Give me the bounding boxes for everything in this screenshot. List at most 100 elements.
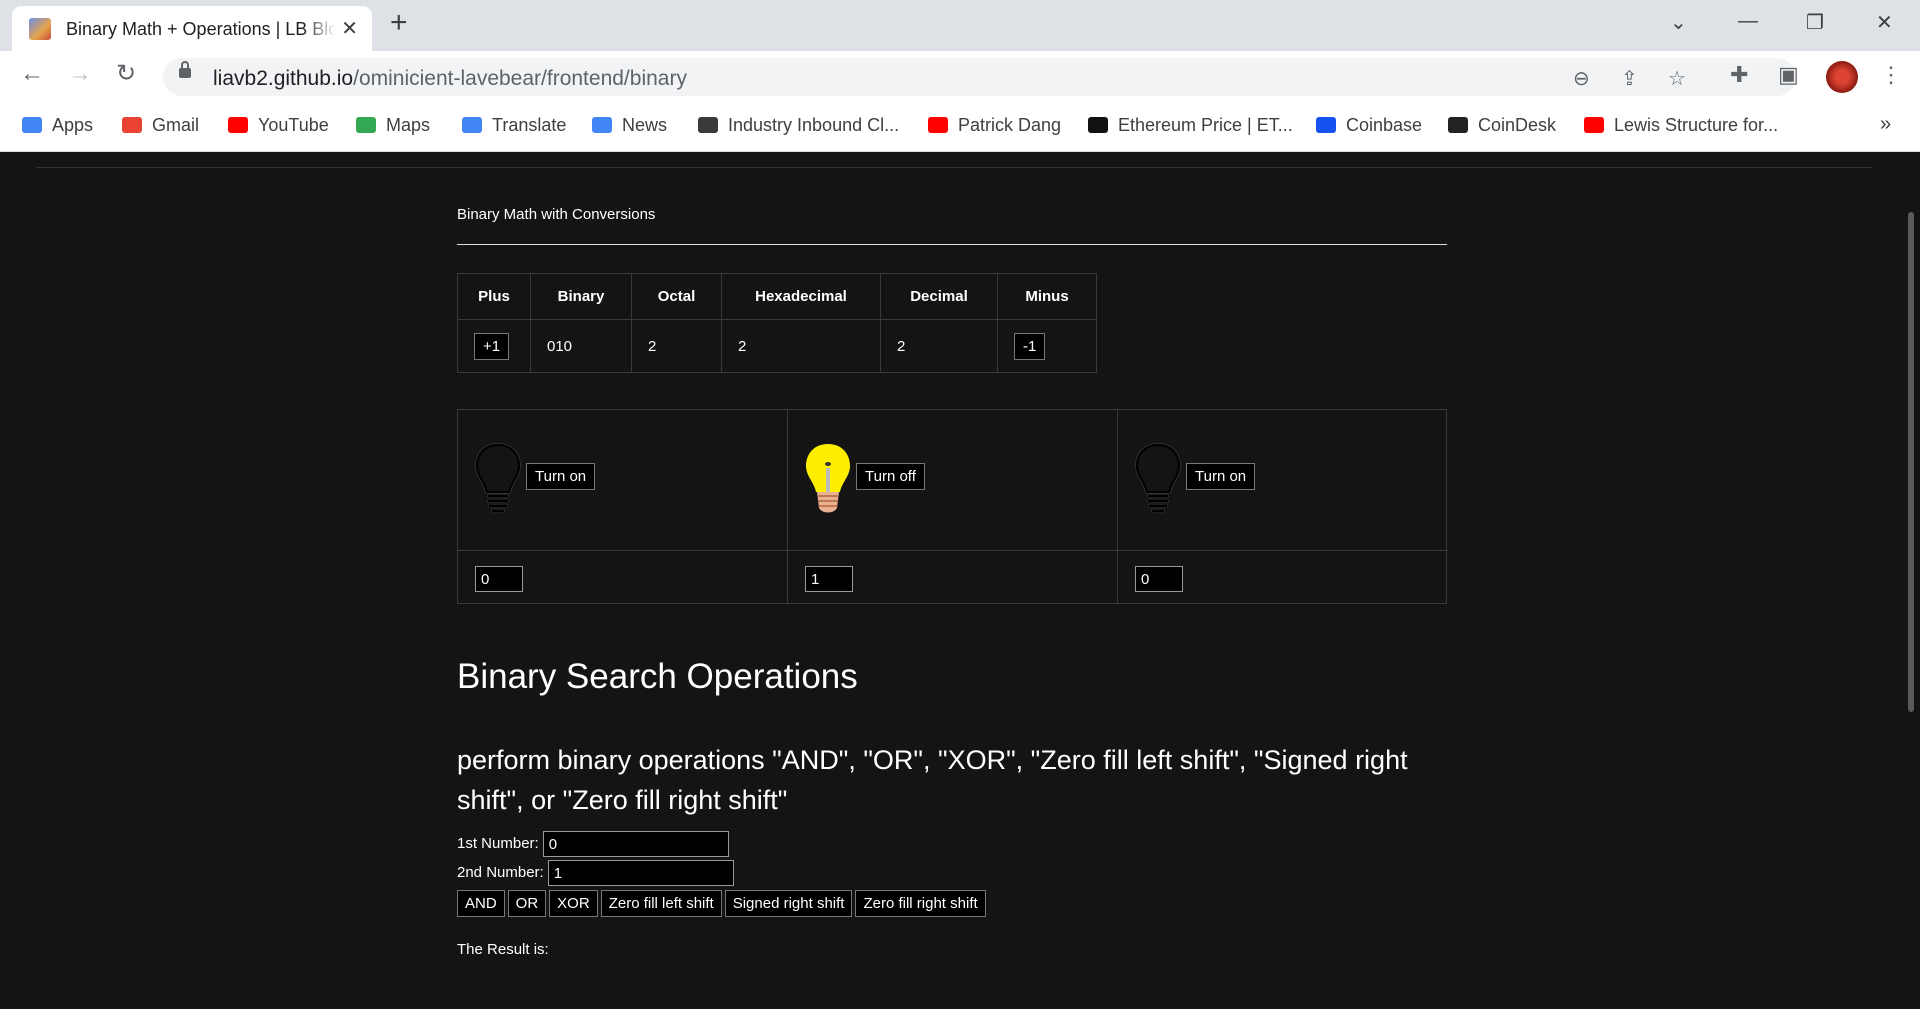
turn-on-button[interactable]: Turn on <box>526 463 596 490</box>
bookmark-label: News <box>622 115 668 135</box>
window-close-icon[interactable]: ✕ <box>1876 10 1893 35</box>
bookmarks-bar: Apps Gmail YouTube Maps Translate News Industr… <box>0 101 1920 152</box>
bookmark-maps[interactable]: Maps <box>356 115 430 136</box>
bookmark-label: Patrick Dang <box>958 115 1062 135</box>
forward-icon[interactable]: → <box>68 62 92 86</box>
operations-heading: Binary Search Operations <box>457 657 858 696</box>
first-number-row: 1st Number: <box>457 831 729 857</box>
bookmark-gmail[interactable]: Gmail <box>122 115 199 136</box>
bookmark-favicon-icon <box>592 117 612 133</box>
lightbulb-on-icon <box>806 444 850 513</box>
share-icon[interactable]: ⇪ <box>1621 66 1638 91</box>
table-row: +1 010 2 2 2 -1 <box>457 319 1097 373</box>
plus-one-button[interactable]: +1 <box>474 332 510 360</box>
bit-cell-0: Turn on <box>458 410 788 603</box>
bookmark-patrick-dang[interactable]: Patrick Dang <box>928 115 1061 136</box>
zoom-icon[interactable]: ⊖ <box>1573 66 1590 91</box>
address-bar[interactable]: liavb2.github.io/ominicient-lavebear/fro… <box>163 58 1796 96</box>
zero-fill-left-shift-button[interactable]: Zero fill left shift <box>600 890 722 917</box>
back-icon[interactable]: ← <box>20 62 44 86</box>
operation-buttons: AND OR XOR Zero fill left shift Signed right… <box>457 890 989 917</box>
header-minus: Minus <box>997 273 1097 320</box>
lightbulb-off-icon <box>475 443 521 513</box>
bookmark-favicon-icon <box>356 117 376 133</box>
reload-icon[interactable]: ↻ <box>116 62 136 86</box>
bookmark-favicon-icon <box>228 117 248 133</box>
lock-icon <box>179 61 191 78</box>
browser-tab[interactable]: Binary Math + Operations | LB Blog ✕ <box>12 6 372 51</box>
cell-minus: -1 <box>997 319 1097 373</box>
bookmark-star-icon[interactable]: ☆ <box>1668 66 1686 91</box>
bookmark-ethereum-price-et[interactable]: Ethereum Price | ET... <box>1088 115 1293 136</box>
operations-description: perform binary operations "AND", "OR", "… <box>457 745 1408 815</box>
bit-value-input[interactable] <box>805 566 853 592</box>
bookmark-label: CoinDesk <box>1478 115 1557 135</box>
signed-right-shift-button[interactable]: Signed right shift <box>724 890 853 917</box>
divider <box>457 244 1447 245</box>
url-text: liavb2.github.io/ominicient-lavebear/fro… <box>213 67 687 90</box>
bit-bulbs-grid: Turn on Turn off Turn on <box>457 409 1448 604</box>
bookmark-label: Gmail <box>152 115 200 135</box>
browser-toolbar: ← → ↻ liavb2.github.io/ominicient-lavebe… <box>0 51 1920 101</box>
bookmark-favicon-icon <box>122 117 142 133</box>
tab-title: Binary Math + Operations | LB Blog <box>66 19 336 39</box>
header-octal: Octal <box>631 273 722 320</box>
first-number-input[interactable] <box>542 831 729 857</box>
result-label: The Result is: <box>457 941 549 958</box>
tab-strip: Binary Math + Operations | LB Blog ✕ + ⌄… <box>0 0 1920 51</box>
extensions-icon[interactable]: ✚ <box>1730 64 1748 86</box>
header-binary: Binary <box>530 273 632 320</box>
bookmark-favicon-icon <box>1316 117 1336 133</box>
minus-one-button[interactable]: -1 <box>1014 332 1046 360</box>
restore-icon[interactable]: ❐ <box>1806 10 1824 35</box>
bookmark-industry-inbound-cl[interactable]: Industry Inbound Cl... <box>698 115 899 136</box>
table-header-row: Plus Binary Octal Hexadecimal Decimal Mi… <box>457 273 1097 320</box>
zero-fill-right-shift-button[interactable]: Zero fill right shift <box>855 890 986 917</box>
second-number-input[interactable] <box>547 860 734 886</box>
cell-hexadecimal: 2 <box>721 319 881 373</box>
bookmark-youtube[interactable]: YouTube <box>228 115 329 136</box>
bookmark-news[interactable]: News <box>592 115 667 136</box>
conversion-table: Plus Binary Octal Hexadecimal Decimal Mi… <box>457 273 1097 373</box>
bookmark-coinbase[interactable]: Coinbase <box>1316 115 1422 136</box>
page-subtitle: Binary Math with Conversions <box>457 206 656 223</box>
bookmark-lewis-structure-for[interactable]: Lewis Structure for... <box>1584 115 1778 136</box>
bookmark-label: Coinbase <box>1346 115 1423 135</box>
bookmark-apps[interactable]: Apps <box>22 115 93 136</box>
turn-on-button[interactable]: Turn on <box>1186 463 1256 490</box>
profile-avatar[interactable] <box>1826 61 1858 93</box>
minimize-icon[interactable]: — <box>1738 10 1758 33</box>
cell-binary: 010 <box>530 319 632 373</box>
bookmarks-overflow-icon[interactable]: » <box>1880 113 1891 136</box>
turn-off-button[interactable]: Turn off <box>856 463 925 490</box>
tab-close-icon[interactable]: ✕ <box>341 16 358 41</box>
tab-search-chevron-icon[interactable]: ⌄ <box>1670 10 1687 35</box>
header-hexadecimal: Hexadecimal <box>721 273 881 320</box>
bookmark-translate[interactable]: Translate <box>462 115 566 136</box>
bookmark-favicon-icon <box>22 117 42 133</box>
lightbulb-off-icon <box>1135 443 1181 513</box>
bookmark-label: YouTube <box>258 115 329 135</box>
bit-value-input[interactable] <box>475 566 523 592</box>
bookmark-label: Apps <box>52 115 94 135</box>
bookmark-label: Lewis Structure for... <box>1614 115 1779 135</box>
menu-kebab-icon[interactable]: ⋮ <box>1880 64 1902 86</box>
bookmark-favicon-icon <box>698 117 718 133</box>
and-button[interactable]: AND <box>457 890 505 917</box>
side-panel-icon[interactable]: ▣ <box>1778 64 1799 86</box>
bit-value-input[interactable] <box>1135 566 1183 592</box>
header-decimal: Decimal <box>880 273 998 320</box>
page-scrollbar[interactable] <box>1908 212 1914 712</box>
second-number-row: 2nd Number: <box>457 860 734 886</box>
xor-button[interactable]: XOR <box>549 890 598 917</box>
bookmark-coindesk[interactable]: CoinDesk <box>1448 115 1556 136</box>
bookmark-favicon-icon <box>1584 117 1604 133</box>
bit-bulb-area: Turn on <box>458 410 787 551</box>
bit-cell-1: Turn off <box>788 410 1118 603</box>
bit-cell-2: Turn on <box>1118 410 1448 603</box>
new-tab-icon[interactable]: + <box>390 8 408 38</box>
bookmark-favicon-icon <box>462 117 482 133</box>
second-number-label: 2nd Number: <box>457 863 544 881</box>
cell-plus: +1 <box>457 319 531 373</box>
or-button[interactable]: OR <box>507 890 547 917</box>
